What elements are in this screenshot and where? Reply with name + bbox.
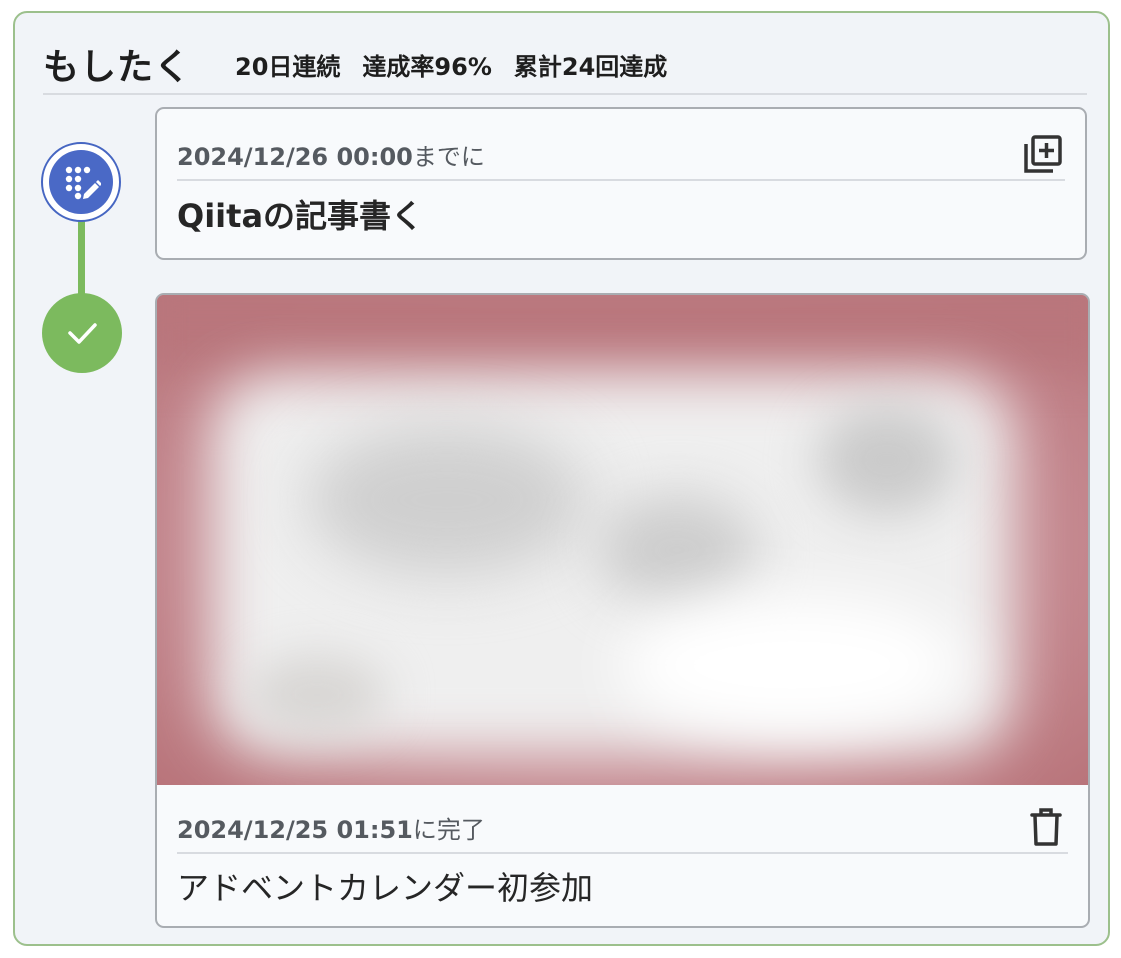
done-meta-row: 2024/12/25 01:51に完了 — [177, 802, 1068, 854]
pending-task-card[interactable]: 2024/12/26 00:00までに Qiitaの記事書く — [155, 107, 1087, 260]
task-meta-row: 2024/12/26 00:00までに — [177, 129, 1065, 181]
add-photo-icon — [1024, 135, 1062, 173]
goal-header: もしたく 20日連続 達成率96% 累計24回達成 — [43, 35, 1087, 95]
task-title: Qiitaの記事書く — [177, 191, 423, 237]
task-deadline: 2024/12/26 00:00までに — [177, 137, 485, 172]
task-edit-icon — [49, 150, 113, 214]
task-title-text: Qiitaの記事書く — [177, 197, 424, 235]
done-completed-suffix: に完了 — [412, 815, 485, 844]
task-node — [41, 142, 121, 222]
total-stat: 累計24回達成 — [513, 52, 668, 81]
done-title: アドベントカレンダー初参加 — [177, 869, 594, 907]
check-icon — [68, 323, 97, 344]
task-deadline-suffix: までに — [412, 142, 485, 171]
add-photo-button[interactable] — [1021, 132, 1065, 176]
task-deadline-datetime: 2024/12/26 00:00 — [177, 142, 413, 171]
streak-stat: 20日連続 — [235, 52, 341, 81]
delete-button[interactable] — [1024, 805, 1068, 849]
rate-stat: 達成率96% — [362, 52, 492, 81]
done-node — [42, 293, 122, 373]
completed-task-card[interactable]: 2024/12/25 01:51に完了 アドベントカレンダー初参加 — [155, 293, 1090, 928]
goal-panel: もしたく 20日連続 達成率96% 累計24回達成 2024/12/26 00:… — [13, 11, 1110, 946]
done-completed-at: 2024/12/25 01:51に完了 — [177, 810, 485, 845]
trash-icon — [1030, 808, 1062, 846]
goal-title: もしたく — [43, 47, 192, 88]
done-completed-datetime: 2024/12/25 01:51 — [177, 815, 413, 844]
completion-photo[interactable] — [157, 295, 1088, 785]
